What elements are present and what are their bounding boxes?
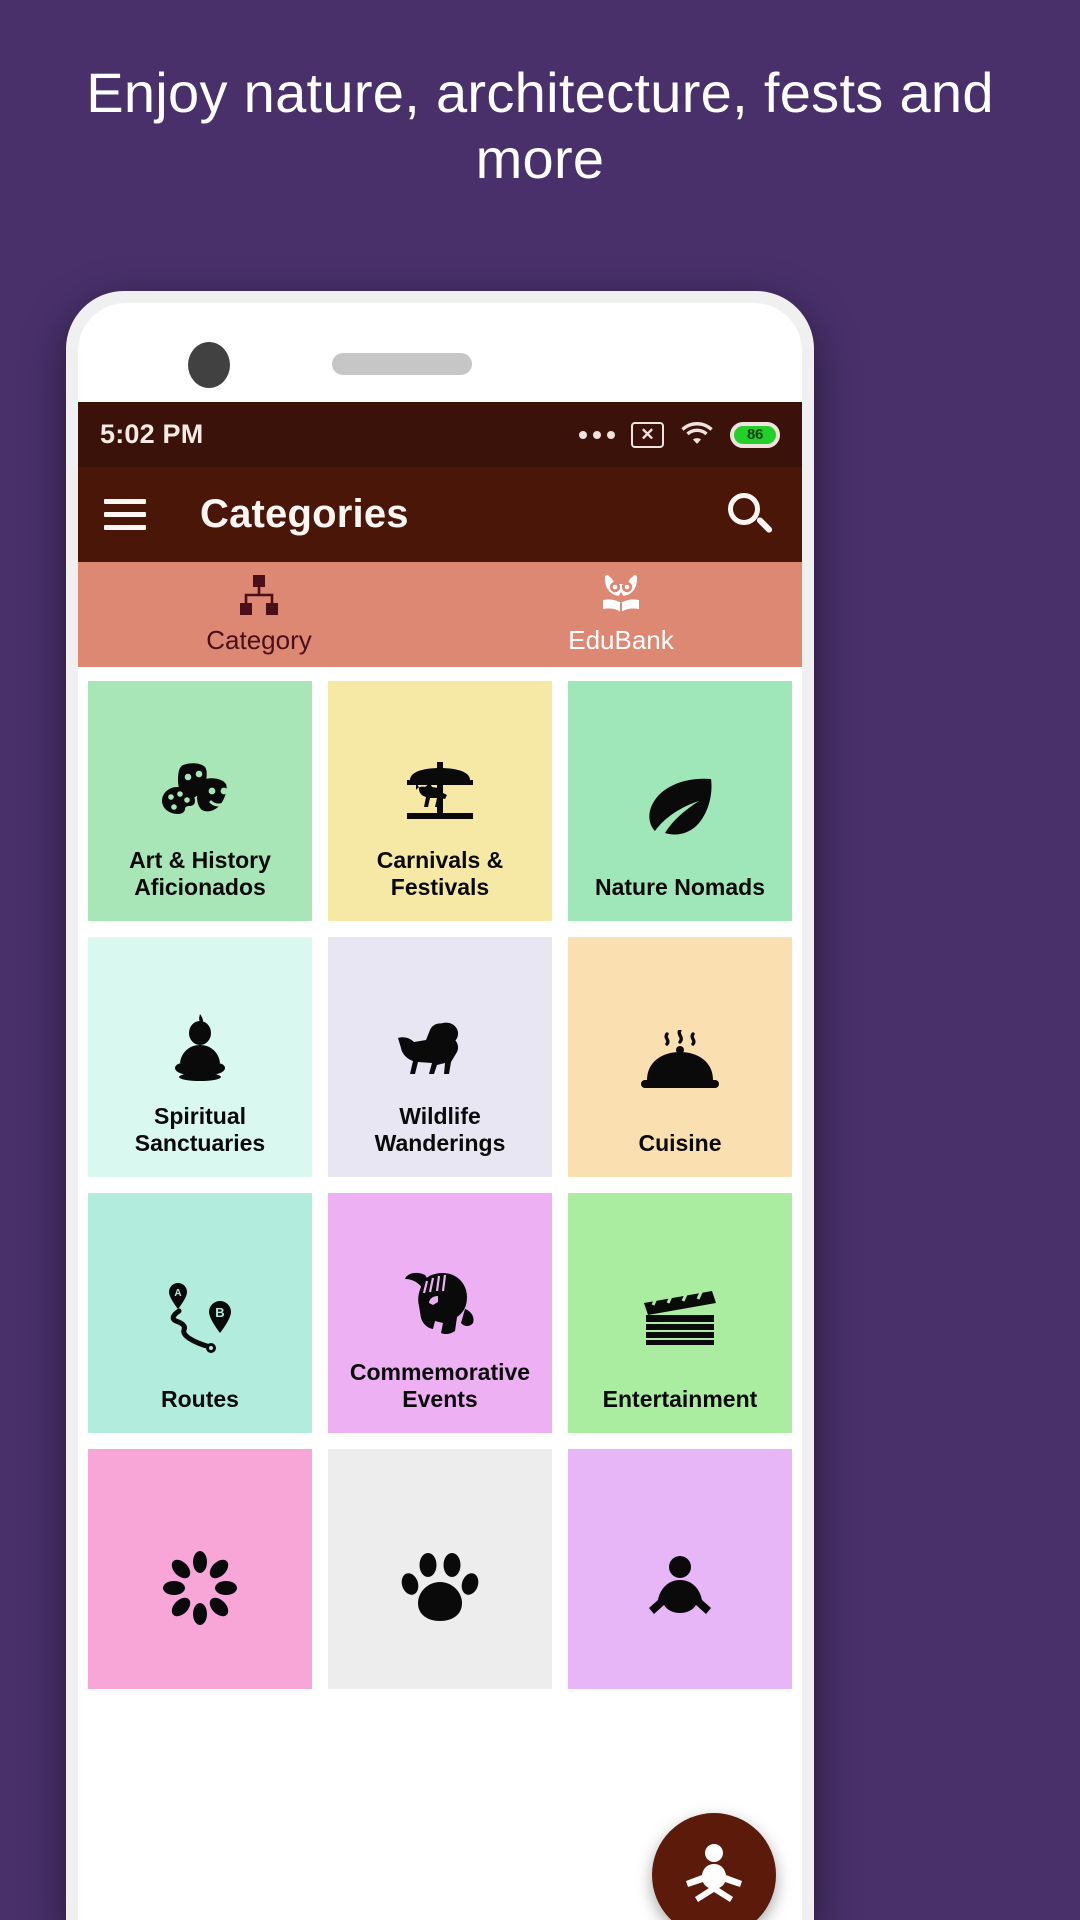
- tab-edubank[interactable]: EduBank: [440, 562, 802, 667]
- tile-label: [336, 1669, 544, 1673]
- person-meditating-icon: [679, 1841, 749, 1910]
- tile-spiritual-sanctuaries[interactable]: Spiritual Sanctuaries: [88, 937, 312, 1177]
- tab-bar: Category EduBank: [78, 562, 802, 667]
- phone-screen-bezel: 5:02 PM ✕ 86 Categories Category EduBank…: [78, 303, 802, 1920]
- status-bar: 5:02 PM ✕ 86: [78, 402, 802, 467]
- tile-wildlife-wanderings[interactable]: Wildlife Wanderings: [328, 937, 552, 1177]
- earpiece-speaker: [332, 353, 472, 375]
- carousel-icon: [336, 739, 544, 847]
- theatre-masks-palette-icon: [96, 739, 304, 847]
- owl-book-icon: [595, 573, 647, 617]
- tab-category-label: Category: [206, 625, 312, 655]
- tile-label: Commemorative Events: [349, 1358, 531, 1412]
- tile-art-history[interactable]: Art & History Aficionados: [88, 681, 312, 921]
- promo-headline: Enjoy nature, architecture, fests and mo…: [86, 61, 994, 191]
- category-grid: Art & History Aficionados Carnivals & Fe…: [78, 667, 802, 1689]
- tile-label: Carnivals & Festivals: [376, 846, 504, 900]
- food-cloche-icon: [576, 995, 784, 1130]
- buddha-icon: [96, 995, 304, 1103]
- tile-label: [576, 1669, 784, 1673]
- tile-label: [96, 1669, 304, 1673]
- tile-label: Entertainment: [602, 1385, 758, 1412]
- clapperboard-icon: [576, 1251, 784, 1386]
- tile-paw-category[interactable]: [328, 1449, 552, 1689]
- fab-add-button[interactable]: [652, 1813, 776, 1920]
- front-camera-icon: [188, 342, 230, 388]
- wifi-icon: [680, 419, 714, 450]
- tab-category[interactable]: Category: [78, 562, 440, 667]
- tile-cuisine[interactable]: Cuisine: [568, 937, 792, 1177]
- tile-label: Cuisine: [638, 1129, 722, 1156]
- tile-flower-category[interactable]: [88, 1449, 312, 1689]
- svg-text:B: B: [215, 1305, 224, 1320]
- paw-print-icon: [336, 1507, 544, 1669]
- spartan-helmet-icon: [336, 1251, 544, 1359]
- app-screen: 5:02 PM ✕ 86 Categories Category EduBank…: [78, 402, 802, 1920]
- hamburger-menu-icon[interactable]: [104, 499, 146, 530]
- battery-icon: 86: [730, 421, 780, 448]
- tile-entertainment[interactable]: Entertainment: [568, 1193, 792, 1433]
- tile-wellness-category[interactable]: [568, 1449, 792, 1689]
- status-bar-icons: ✕ 86: [579, 419, 780, 450]
- tile-label: Wildlife Wanderings: [374, 1102, 506, 1156]
- tile-label: Spiritual Sanctuaries: [134, 1102, 266, 1156]
- lion-icon: [336, 995, 544, 1103]
- tile-label: Routes: [161, 1385, 239, 1412]
- page-title: Categories: [200, 492, 409, 536]
- status-bar-clock: 5:02 PM: [100, 419, 204, 449]
- flower-icon: [96, 1507, 304, 1669]
- route-a-to-b-icon: A B: [96, 1251, 304, 1386]
- tile-routes[interactable]: A B Routes: [88, 1193, 312, 1433]
- yoga-pose-icon: [576, 1507, 784, 1669]
- leaf-icon: [576, 739, 784, 874]
- tile-commemorative-events[interactable]: Commemorative Events: [328, 1193, 552, 1433]
- search-icon[interactable]: [724, 489, 776, 541]
- phone-device-frame: 5:02 PM ✕ 86 Categories Category EduBank…: [66, 291, 814, 1920]
- svg-text:A: A: [174, 1288, 181, 1299]
- tab-edubank-label: EduBank: [568, 625, 674, 655]
- sim-card-disabled-icon: ✕: [631, 421, 664, 448]
- tile-nature-nomads[interactable]: Nature Nomads: [568, 681, 792, 921]
- battery-level-text: 86: [734, 425, 776, 444]
- app-bar: Categories: [78, 467, 802, 562]
- sitemap-hierarchy-icon: [236, 573, 282, 617]
- tile-label: Art & History Aficionados: [129, 846, 271, 900]
- more-dots-icon: [579, 430, 615, 439]
- tile-label: Nature Nomads: [595, 873, 765, 900]
- tile-carnivals-festivals[interactable]: Carnivals & Festivals: [328, 681, 552, 921]
